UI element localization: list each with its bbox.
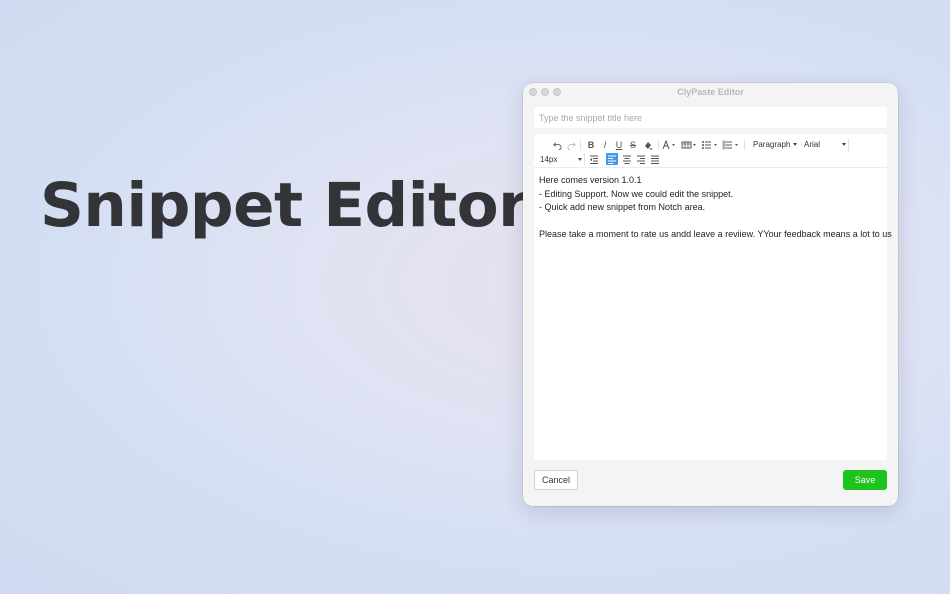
editor-toolbar: B I U S Paragraph Arial 14px (534, 134, 887, 168)
font-select[interactable]: Arial (800, 138, 849, 151)
title-bar[interactable]: ClyPaste Editor (523, 83, 898, 101)
rich-text-editor: B I U S Paragraph Arial 14px Here comes … (534, 134, 892, 460)
strikethrough-icon[interactable]: S (628, 139, 638, 151)
highlight-color-icon[interactable] (681, 139, 698, 151)
content-line: Here comes version 1.0.1 (539, 175, 642, 185)
font-select-value: Arial (804, 140, 821, 149)
content-line: Please take a moment to rate us andd lea… (539, 229, 892, 239)
align-center-icon[interactable] (621, 153, 633, 165)
save-button[interactable]: Save (843, 470, 887, 490)
hero-title: Snippet Editor (40, 170, 528, 241)
font-size-select[interactable]: 14px (536, 153, 585, 166)
font-size-select-value: 14px (540, 155, 558, 164)
bullet-list-icon[interactable] (701, 139, 719, 151)
window-title: ClyPaste Editor (677, 87, 744, 97)
content-line: - Quick add new snippet from Notch area. (539, 202, 706, 212)
outdent-icon[interactable] (588, 153, 600, 165)
redo-icon[interactable] (566, 139, 576, 151)
undo-icon[interactable] (552, 139, 562, 151)
numbered-list-icon[interactable] (722, 139, 740, 151)
align-right-icon[interactable] (635, 153, 647, 165)
content-line (539, 215, 884, 229)
underline-icon[interactable]: U (614, 139, 624, 151)
snippet-title-input[interactable] (534, 107, 887, 128)
font-color-icon[interactable] (662, 139, 676, 151)
italic-icon[interactable]: I (600, 139, 610, 151)
editor-content[interactable]: Here comes version 1.0.1 - Editing Suppo… (539, 174, 892, 242)
format-select-value: Paragraph (753, 140, 791, 149)
editor-window: ClyPaste Editor B I U S (523, 83, 898, 506)
align-left-icon[interactable] (606, 153, 618, 165)
bold-icon[interactable]: B (586, 139, 596, 151)
align-justify-icon[interactable] (649, 153, 661, 165)
cancel-button[interactable]: Cancel (534, 470, 578, 490)
content-line: - Editing Support. Now we could edit the… (539, 188, 734, 199)
clear-format-icon[interactable] (642, 139, 654, 151)
format-select[interactable]: Paragraph (749, 138, 799, 151)
